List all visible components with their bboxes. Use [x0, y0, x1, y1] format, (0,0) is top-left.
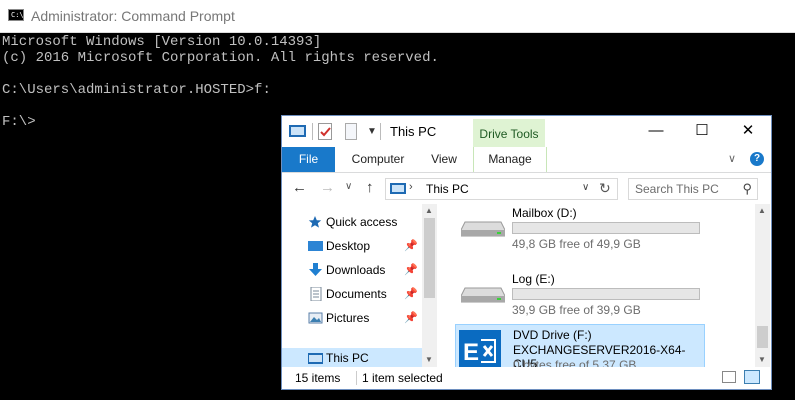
breadcrumb-chevron-icon[interactable]: › [409, 181, 413, 193]
computer-icon[interactable] [289, 125, 306, 137]
window-title: This PC [390, 124, 437, 139]
drive-usage-bar [512, 222, 700, 234]
console-line: Microsoft Windows [Version 10.0.14393] [2, 34, 322, 50]
search-placeholder: Search This PC [635, 182, 719, 196]
hard-drive-icon [461, 287, 505, 303]
pin-icon: 📌 [404, 312, 418, 324]
drive-free-space: 49,8 GB free of 49,9 GB [512, 237, 641, 251]
forward-arrow-icon[interactable]: → [320, 179, 335, 196]
item-count: 15 items [295, 371, 341, 385]
large-icons-view-icon[interactable] [744, 370, 760, 384]
minimize-button[interactable]: — [633, 116, 679, 147]
documents-icon [308, 286, 323, 302]
drive-item-mailbox[interactable]: Mailbox (D:) 49,8 GB free of 49,9 GB [455, 204, 705, 251]
scroll-down-icon[interactable]: ▼ [425, 355, 433, 364]
console-line: (c) 2016 Microsoft Corporation. All righ… [2, 50, 439, 66]
drive-name: Mailbox (D:) [512, 206, 577, 220]
navigation-pane: Quick access Desktop 📌 Downloads 📌 Docum… [282, 204, 437, 367]
drive-free-space: 0 bytes free of 5,37 GB [513, 358, 637, 367]
sidebar-item-label: Desktop [326, 239, 371, 253]
selection-count: 1 item selected [362, 371, 443, 385]
drive-name: Log (E:) [512, 272, 555, 286]
ribbon-tabs: File Computer View Manage ∨ ? [282, 147, 771, 173]
drive-name: DVD Drive (F:) [513, 328, 592, 342]
drive-usage-bar [512, 288, 700, 300]
up-arrow-icon[interactable]: ↑ [366, 179, 374, 196]
console-prompt: F:\> [2, 114, 36, 130]
drive-free-space: 39,9 GB free of 39,9 GB [512, 303, 641, 317]
cmd-titlebar: C:\. Administrator: Command Prompt [0, 0, 795, 33]
divider [380, 123, 381, 140]
sidebar-item-label: Quick access [326, 215, 398, 229]
cmd-icon-text: C:\. [11, 11, 28, 19]
sidebar-item-downloads[interactable]: Downloads 📌 [282, 260, 422, 282]
tab-view[interactable]: View [422, 147, 466, 172]
sidebar-item-quick-access[interactable]: Quick access [282, 212, 422, 234]
computer-icon [307, 351, 324, 365]
drive-item-dvd[interactable]: E DVD Drive (F:) EXCHANGESERVER2016-X64-… [455, 324, 705, 367]
scrollbar-thumb[interactable] [424, 218, 435, 298]
recent-locations-chevron-icon[interactable]: ∨ [345, 181, 352, 192]
sidebar-item-label: Pictures [326, 311, 370, 325]
tab-file[interactable]: File [282, 147, 335, 172]
maximize-button[interactable]: ☐ [679, 116, 725, 147]
sidebar-item-documents[interactable]: Documents 📌 [282, 284, 422, 306]
pin-icon: 📌 [404, 240, 418, 252]
svg-text:E: E [463, 339, 479, 366]
status-bar: 15 items 1 item selected [282, 367, 771, 389]
navigation-bar: ← → ∨ ↑ › This PC ∨ ↻ Search This PC ⚲ [282, 173, 771, 203]
customize-toolbar-dropdown-icon[interactable]: ▼ [367, 126, 377, 137]
scroll-up-icon[interactable]: ▲ [425, 206, 433, 215]
drive-item-log[interactable]: Log (E:) 39,9 GB free of 39,9 GB [455, 260, 705, 317]
tab-computer[interactable]: Computer [342, 147, 414, 172]
properties-icon[interactable] [318, 123, 332, 140]
download-arrow-icon [308, 263, 323, 277]
sidebar-item-desktop[interactable]: Desktop 📌 [282, 236, 422, 258]
scrollbar-thumb[interactable] [757, 326, 768, 348]
hard-drive-icon [461, 221, 505, 237]
file-explorer-window: ▼ This PC Drive Tools — ☐ ✕ File Compute… [281, 115, 772, 390]
content-scrollbar[interactable]: ▲ ▼ [755, 204, 770, 367]
close-button[interactable]: ✕ [725, 116, 771, 147]
pictures-icon [308, 311, 323, 325]
divider [356, 371, 357, 385]
drive-tools-context-header: Drive Tools [473, 119, 545, 149]
pin-icon: 📌 [404, 288, 418, 300]
details-view-icon[interactable] [722, 371, 736, 383]
desktop-folder-icon [308, 239, 323, 253]
help-icon[interactable]: ? [750, 152, 764, 166]
new-folder-icon[interactable] [345, 123, 357, 140]
address-dropdown-icon[interactable]: ∨ [582, 182, 589, 193]
cmd-app-icon: C:\. [8, 9, 28, 21]
back-arrow-icon[interactable]: ← [292, 179, 307, 196]
search-input[interactable]: Search This PC ⚲ [628, 178, 758, 200]
refresh-icon[interactable]: ↻ [599, 180, 611, 197]
navigation-pane-scrollbar[interactable]: ▲ ▼ [422, 204, 437, 367]
search-icon: ⚲ [742, 181, 752, 196]
star-icon [308, 215, 323, 229]
pin-icon: 📌 [404, 264, 418, 276]
address-bar[interactable]: › This PC ∨ ↻ [385, 178, 618, 200]
sidebar-item-pictures[interactable]: Pictures 📌 [282, 308, 422, 330]
tab-manage[interactable]: Manage [473, 147, 547, 172]
sidebar-item-label: Documents [326, 287, 387, 301]
scroll-up-icon[interactable]: ▲ [758, 206, 766, 215]
breadcrumb[interactable]: This PC [426, 182, 469, 196]
console-line: C:\Users\administrator.HOSTED>f: [2, 82, 271, 98]
sidebar-item-label: Downloads [326, 263, 386, 277]
expand-ribbon-chevron-icon[interactable]: ∨ [728, 152, 736, 165]
divider [312, 123, 313, 140]
drives-list: Mailbox (D:) 49,8 GB free of 49,9 GB Log… [442, 204, 750, 367]
title-bar: ▼ This PC Drive Tools — ☐ ✕ [282, 116, 771, 149]
exchange-logo-icon: E [459, 330, 501, 367]
cmd-window-title: Administrator: Command Prompt [31, 8, 235, 24]
sidebar-item-label: This PC [326, 351, 369, 365]
scroll-down-icon[interactable]: ▼ [758, 355, 766, 364]
sidebar-item-this-pc[interactable]: This PC [282, 348, 422, 367]
computer-icon [390, 183, 406, 194]
